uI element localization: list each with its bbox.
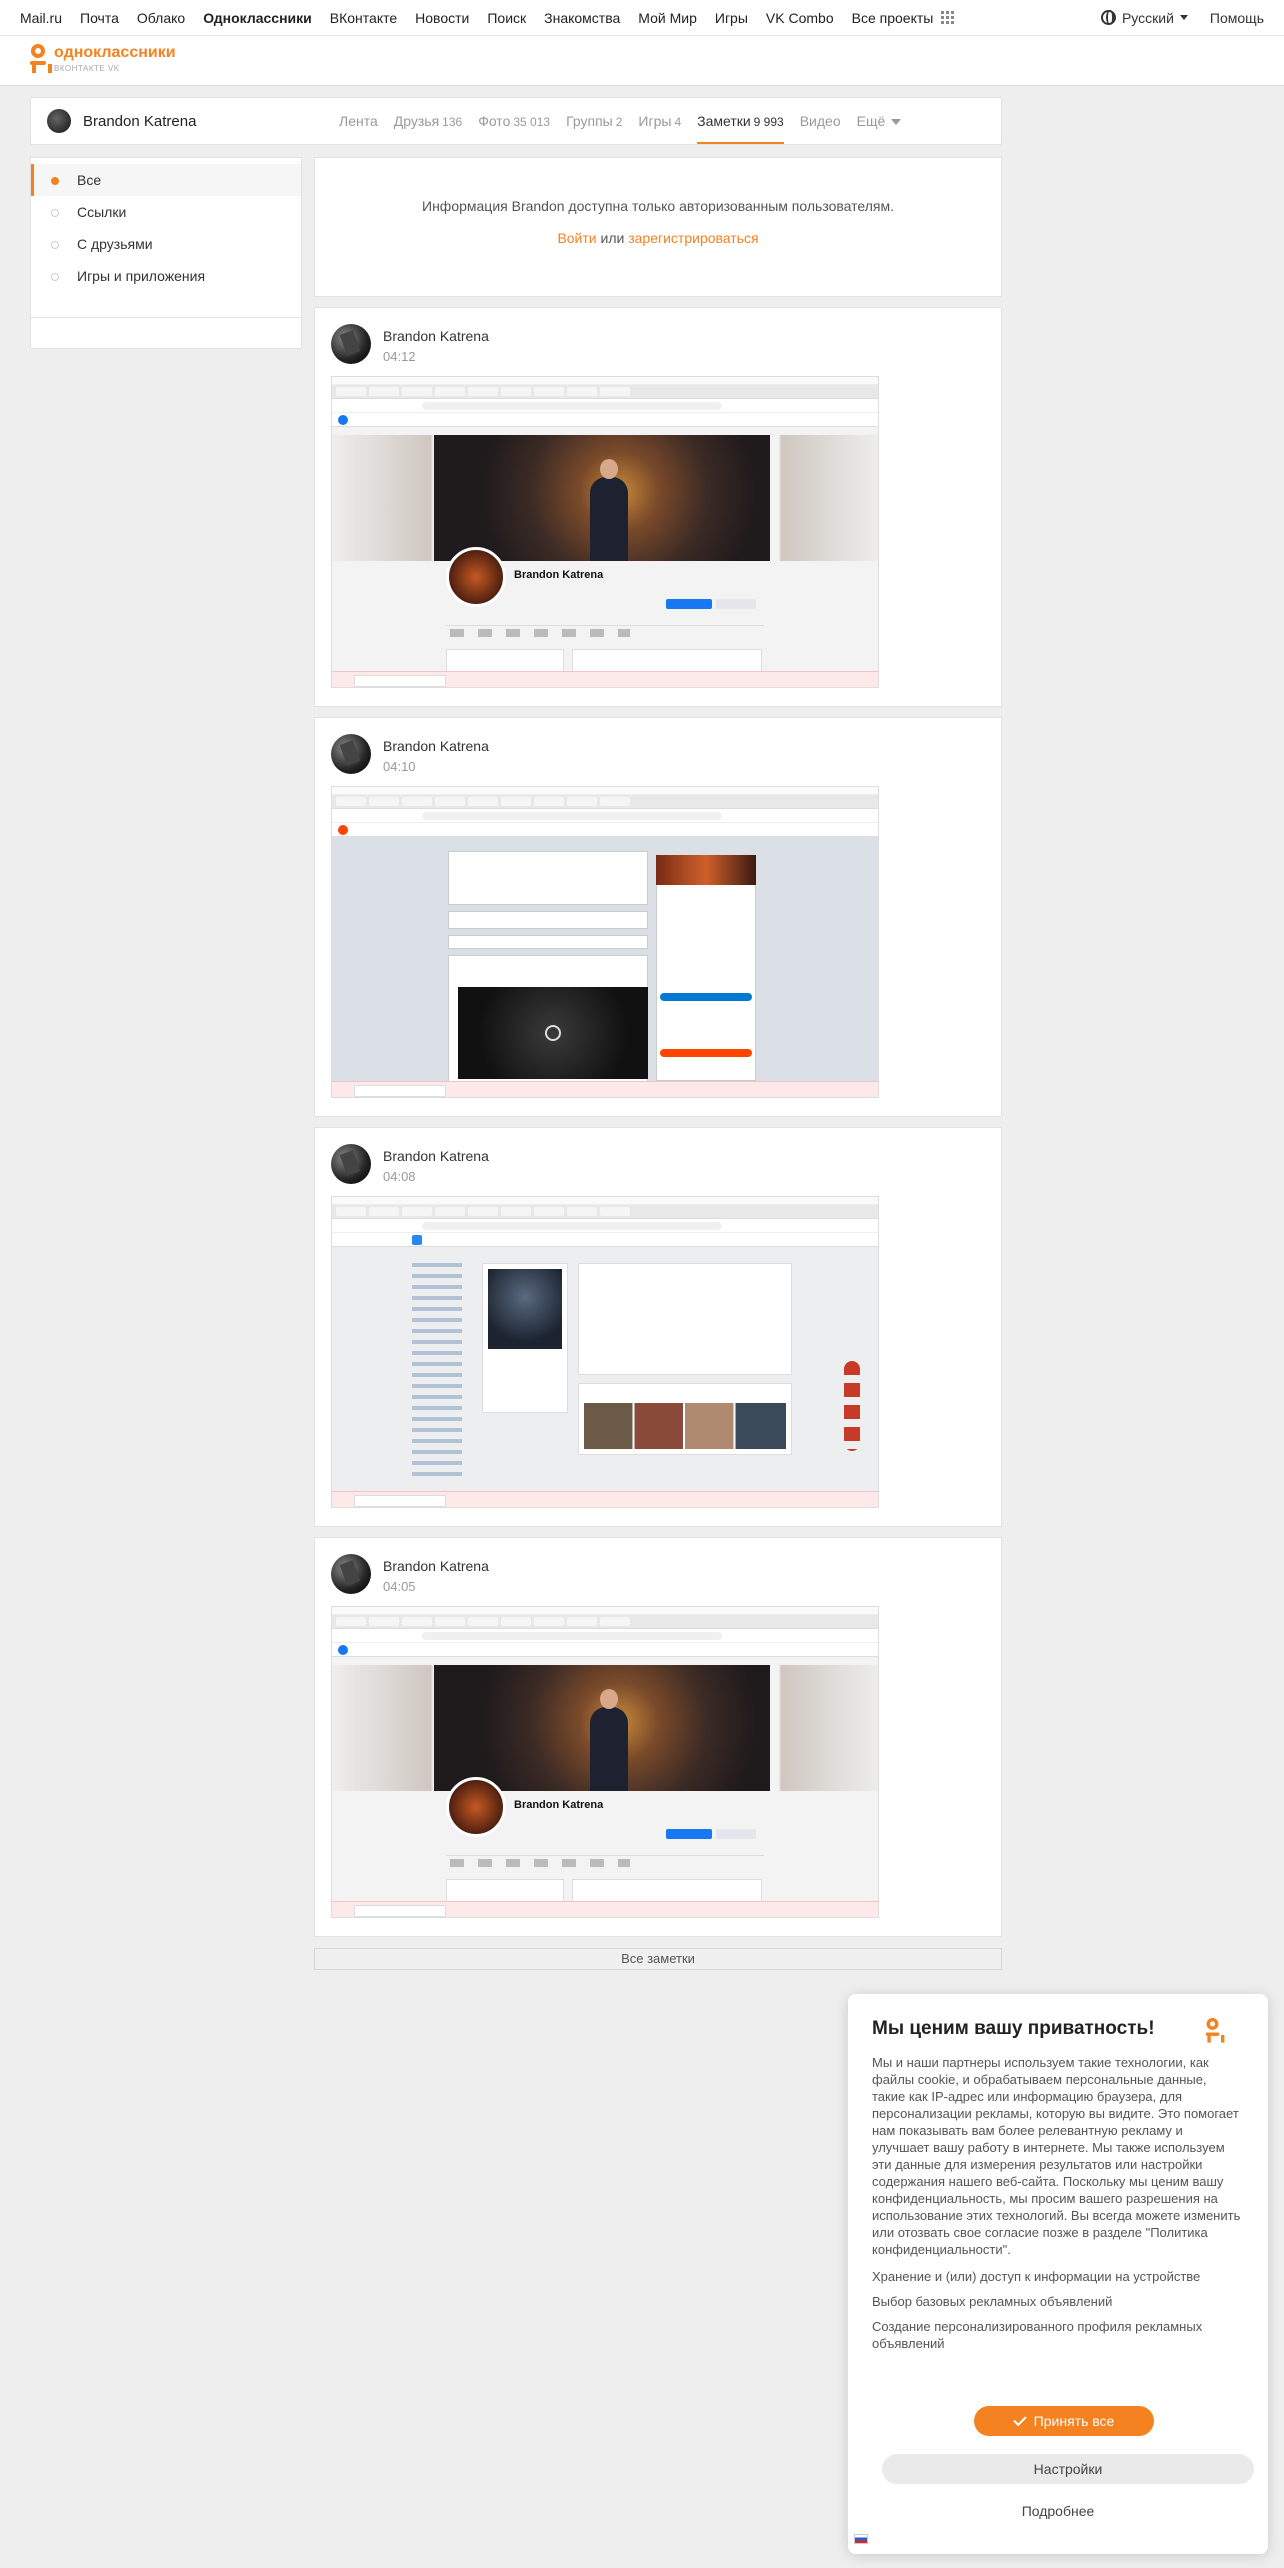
accept-all-button[interactable]: Принять все (974, 2406, 1154, 2436)
tab-druzya[interactable]: Друзья 136 (394, 98, 462, 144)
logo-subtext: ВКОНТАКТЕ VK (54, 64, 120, 73)
link-oblako[interactable]: Облако (137, 10, 185, 26)
tab-zametki[interactable]: Заметки 9 993 (697, 98, 784, 144)
tab-count: 9 993 (753, 115, 784, 129)
accept-all-label: Принять все (1033, 2413, 1115, 2429)
filter-with-friends[interactable]: С друзьями (31, 228, 301, 260)
post-time: 04:08 (383, 1169, 416, 1184)
link-vse-proekty[interactable]: Все проекты (852, 10, 934, 26)
cookie-body-text: Мы и наши партнеры используем такие техн… (872, 2055, 1241, 2257)
link-znakomstva[interactable]: Знакомства (544, 10, 620, 26)
post-screenshot-image[interactable]: Brandon Katrena (331, 1606, 879, 1918)
all-notes-button[interactable]: Все заметки (314, 1948, 1002, 1970)
post-time: 04:10 (383, 759, 416, 774)
tab-igry[interactable]: Игры 4 (638, 98, 681, 144)
ok-logo-icon (28, 44, 52, 74)
purpose-item: Создание персонализированного профиля ре… (872, 2319, 1203, 2351)
profile-bar: Brandon Katrena Лента Друзья 136 Фото 35 0… (30, 97, 1002, 145)
avatar[interactable] (331, 1554, 371, 1594)
cookie-title: Мы ценим вашу приватность! (872, 2018, 1155, 2039)
tab-count: 136 (442, 115, 463, 129)
avatar[interactable] (47, 109, 71, 133)
filter-games-apps[interactable]: Игры и приложения (31, 260, 301, 292)
settings-button[interactable]: Настройки (882, 2454, 1254, 2484)
auth-message: Информация Brandon доступна только автор… (422, 198, 894, 214)
note-post: Brandon Katrena 04:05 Brandon Katrena (314, 1537, 1002, 1937)
avatar[interactable] (331, 734, 371, 774)
filter-links[interactable]: Ссылки (31, 196, 301, 228)
tab-foto[interactable]: Фото 35 013 (478, 98, 550, 144)
site-header: одноклассники ВКОНТАКТЕ VK (0, 36, 1284, 86)
post-author[interactable]: Brandon Katrena (383, 1148, 489, 1164)
link-mailru[interactable]: Mail.ru (20, 10, 62, 26)
ok-logo[interactable]: одноклассники ВКОНТАКТЕ VK (28, 44, 176, 74)
post-time: 04:05 (383, 1579, 416, 1594)
tab-video[interactable]: Видео (800, 98, 841, 144)
post-author[interactable]: Brandon Katrena (383, 738, 489, 754)
link-poisk[interactable]: Поиск (487, 10, 526, 26)
link-vk-combo[interactable]: VK Combo (766, 10, 834, 26)
tab-count: 2 (615, 115, 623, 129)
profile-name[interactable]: Brandon Katrena (83, 113, 196, 130)
post-author[interactable]: Brandon Katrena (383, 1558, 489, 1574)
portal-toolbar: Mail.ru Почта Облако Одноклассники ВКонт… (0, 0, 1284, 36)
screenshot-profile-name: Brandon Katrena (514, 569, 604, 581)
globe-icon (1100, 10, 1116, 25)
note-post: Brandon Katrena 04:10 (314, 717, 1002, 1117)
chevron-down-icon (891, 119, 902, 126)
note-post: Brandon Katrena 04:08 (314, 1127, 1002, 1527)
link-novosti[interactable]: Новости (415, 10, 469, 26)
left-blank-panel (30, 317, 302, 349)
or-text: или (600, 230, 625, 246)
register-link[interactable]: зарегистрироваться (628, 230, 758, 246)
post-time: 04:12 (383, 349, 416, 364)
post-author[interactable]: Brandon Katrena (383, 328, 489, 344)
post-screenshot-image[interactable]: Brandon Katrena (331, 376, 879, 688)
ok-logo-icon (1204, 2018, 1225, 2044)
notes-filter-menu: Все Ссылки С друзьями Игры и приложения (30, 157, 302, 319)
login-link[interactable]: Войти (557, 230, 596, 246)
avatar[interactable] (331, 1144, 371, 1184)
portal-links: Mail.ru Почта Облако Одноклассники ВКонт… (20, 10, 973, 26)
language-label: Русский (1121, 9, 1174, 26)
post-screenshot-image[interactable] (331, 786, 879, 1098)
cookie-consent-dialog: Мы ценим вашу приватность! Мы и наши пар… (848, 1994, 1268, 2554)
more-info-link[interactable]: Подробнее (848, 2498, 1268, 2524)
chevron-down-icon (1179, 15, 1188, 20)
link-igry[interactable]: Игры (715, 10, 748, 26)
logo-text: одноклассники (54, 44, 176, 61)
purpose-item: Выбор базовых рекламных объявлений (872, 2294, 1113, 2309)
apps-grid-icon[interactable] (941, 10, 955, 25)
link-moy-mir[interactable]: Мой Мир (638, 10, 697, 26)
tab-eshche[interactable]: Ещё (857, 98, 902, 144)
tab-gruppy[interactable]: Группы 2 (566, 98, 622, 144)
link-pochta[interactable]: Почта (80, 10, 119, 26)
language-selector[interactable]: Русский (1100, 9, 1188, 26)
check-icon (1012, 2412, 1027, 2427)
filter-all[interactable]: Все (31, 164, 301, 196)
note-post: Brandon Katrena 04:12 Brandon Katrena (314, 307, 1002, 707)
auth-notice: Информация Brandon доступна только автор… (314, 157, 1002, 297)
russian-flag-icon[interactable] (854, 2534, 868, 2544)
tab-count: 35 013 (513, 115, 551, 129)
link-vkontakte[interactable]: ВКонтакте (330, 10, 397, 26)
profile-tabs: Лента Друзья 136 Фото 35 013 Группы 2 Игры 4… (339, 98, 902, 144)
link-odnoklassniki[interactable]: Одноклассники (203, 10, 312, 26)
avatar[interactable] (331, 324, 371, 364)
help-link[interactable]: Помощь (1210, 10, 1264, 26)
screenshot-profile-name: Brandon Katrena (514, 1799, 604, 1811)
tab-count: 4 (674, 115, 682, 129)
tab-lenta[interactable]: Лента (339, 98, 378, 144)
post-screenshot-image[interactable] (331, 1196, 879, 1508)
cookie-purposes: Хранение и (или) доступ к информации на … (872, 2268, 1242, 2360)
purpose-item: Хранение и (или) доступ к информации на … (872, 2269, 1201, 2284)
